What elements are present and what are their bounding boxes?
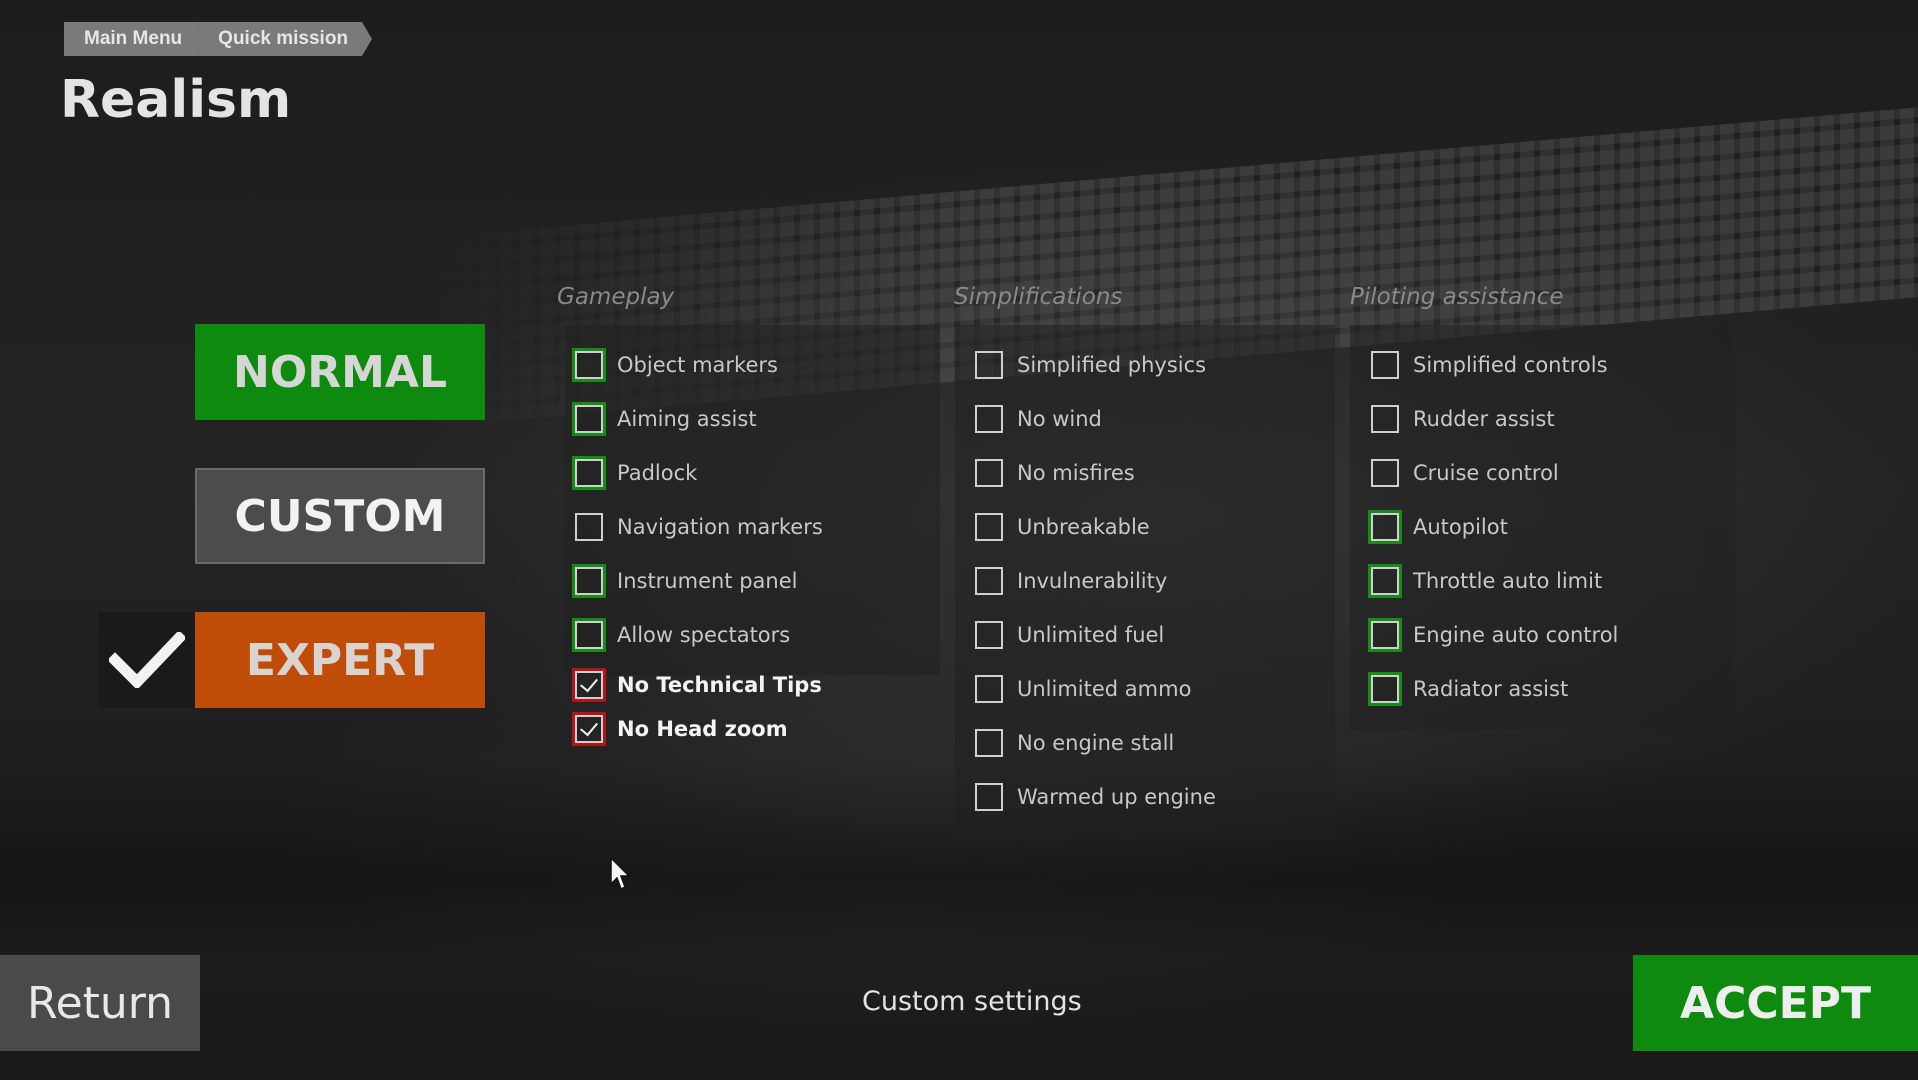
- piloting-option-cruise-control[interactable]: Cruise control: [1371, 455, 1559, 491]
- option-label: Rudder assist: [1413, 407, 1555, 431]
- option-label: No misfires: [1017, 461, 1135, 485]
- preset-status-text: Custom settings: [862, 986, 1082, 1017]
- gameplay-option-aiming-assist[interactable]: Aiming assist: [572, 401, 757, 437]
- option-label: No Technical Tips: [617, 673, 822, 697]
- checkbox[interactable]: [1368, 618, 1402, 652]
- accept-button[interactable]: ACCEPT: [1633, 955, 1918, 1051]
- option-label: Unlimited ammo: [1017, 677, 1192, 701]
- checkbox[interactable]: [1371, 459, 1399, 487]
- piloting-column-title: Piloting assistance: [1350, 284, 1564, 310]
- option-label: No engine stall: [1017, 731, 1175, 755]
- checkbox[interactable]: [572, 402, 606, 436]
- option-label: No wind: [1017, 407, 1102, 431]
- gameplay-column-title: Gameplay: [557, 284, 675, 310]
- piloting-option-throttle-auto-limit[interactable]: Throttle auto limit: [1368, 563, 1603, 599]
- checkmark-icon: [108, 632, 185, 688]
- checkbox[interactable]: [1368, 564, 1402, 598]
- option-label: Simplified controls: [1413, 353, 1608, 377]
- breadcrumb-main-menu[interactable]: Main Menu: [64, 22, 207, 56]
- checkbox[interactable]: [975, 459, 1003, 487]
- option-label: No Head zoom: [617, 717, 788, 741]
- simplifications-option-invulnerability[interactable]: Invulnerability: [975, 563, 1167, 599]
- option-label: Padlock: [617, 461, 698, 485]
- checkbox[interactable]: [572, 348, 606, 382]
- piloting-option-radiator-assist[interactable]: Radiator assist: [1368, 671, 1569, 707]
- breadcrumb-quick-mission[interactable]: Quick mission: [196, 22, 372, 56]
- option-label: Navigation markers: [617, 515, 823, 539]
- checkbox[interactable]: [975, 513, 1003, 541]
- checkbox-checked[interactable]: [572, 712, 606, 746]
- option-label: Engine auto control: [1413, 623, 1619, 647]
- option-label: Allow spectators: [617, 623, 791, 647]
- gameplay-option-allow-spectators[interactable]: Allow spectators: [572, 617, 791, 653]
- option-label: Autopilot: [1413, 515, 1508, 539]
- simplifications-option-no-misfires[interactable]: No misfires: [975, 455, 1135, 491]
- gameplay-option-instrument-panel[interactable]: Instrument panel: [572, 563, 798, 599]
- return-button[interactable]: Return: [0, 955, 200, 1051]
- mouse-cursor-icon: [610, 857, 631, 891]
- preset-normal-button[interactable]: NORMAL: [195, 324, 485, 420]
- checkbox[interactable]: [572, 564, 606, 598]
- selected-preset-indicator: [98, 612, 195, 708]
- checkbox-checked[interactable]: [572, 668, 606, 702]
- piloting-option-autopilot[interactable]: Autopilot: [1368, 509, 1508, 545]
- option-label: Throttle auto limit: [1413, 569, 1603, 593]
- option-label: Unlimited fuel: [1017, 623, 1165, 647]
- gameplay-option-navigation-markers[interactable]: Navigation markers: [575, 509, 823, 545]
- gameplay-option-padlock[interactable]: Padlock: [572, 455, 698, 491]
- gameplay-option-no-head-zoom[interactable]: No Head zoom: [572, 711, 788, 747]
- option-label: Invulnerability: [1017, 569, 1168, 593]
- checkbox[interactable]: [975, 729, 1003, 757]
- checkbox[interactable]: [975, 621, 1003, 649]
- option-label: Simplified physics: [1017, 353, 1207, 377]
- simplifications-option-no-engine-stall[interactable]: No engine stall: [975, 725, 1174, 761]
- checkbox[interactable]: [1368, 510, 1402, 544]
- option-label: Instrument panel: [617, 569, 798, 593]
- option-label: Unbreakable: [1017, 515, 1150, 539]
- option-label: Radiator assist: [1413, 677, 1569, 701]
- checkbox[interactable]: [572, 618, 606, 652]
- simplifications-option-unlimited-ammo[interactable]: Unlimited ammo: [975, 671, 1191, 707]
- preset-custom-button[interactable]: CUSTOM: [195, 468, 485, 564]
- preset-expert-button[interactable]: EXPERT: [195, 612, 485, 708]
- piloting-option-engine-auto-control[interactable]: Engine auto control: [1368, 617, 1619, 653]
- checkbox[interactable]: [975, 567, 1003, 595]
- simplifications-option-warmed-up-engine[interactable]: Warmed up engine: [975, 779, 1216, 815]
- piloting-option-simplified-controls[interactable]: Simplified controls: [1371, 347, 1608, 383]
- simplifications-option-unlimited-fuel[interactable]: Unlimited fuel: [975, 617, 1164, 653]
- option-label: Warmed up engine: [1017, 785, 1216, 809]
- option-label: Aiming assist: [617, 407, 757, 431]
- checkbox[interactable]: [575, 513, 603, 541]
- piloting-option-rudder-assist[interactable]: Rudder assist: [1371, 401, 1555, 437]
- page-title: Realism: [60, 70, 292, 130]
- checkbox[interactable]: [975, 405, 1003, 433]
- breadcrumb: Main Menu Quick mission: [64, 22, 372, 56]
- simplifications-option-unbreakable[interactable]: Unbreakable: [975, 509, 1150, 545]
- checkbox[interactable]: [1371, 405, 1399, 433]
- simplifications-column-title: Simplifications: [954, 284, 1123, 310]
- simplifications-option-no-wind[interactable]: No wind: [975, 401, 1102, 437]
- checkbox[interactable]: [572, 456, 606, 490]
- option-label: Object markers: [617, 353, 778, 377]
- checkbox[interactable]: [975, 675, 1003, 703]
- checkbox[interactable]: [1371, 351, 1399, 379]
- checkbox[interactable]: [975, 351, 1003, 379]
- option-label: Cruise control: [1413, 461, 1559, 485]
- gameplay-option-object-markers[interactable]: Object markers: [572, 347, 778, 383]
- gameplay-option-no-technical-tips[interactable]: No Technical Tips: [572, 667, 822, 703]
- checkbox[interactable]: [975, 783, 1003, 811]
- checkbox[interactable]: [1368, 672, 1402, 706]
- simplifications-option-simplified-physics[interactable]: Simplified physics: [975, 347, 1206, 383]
